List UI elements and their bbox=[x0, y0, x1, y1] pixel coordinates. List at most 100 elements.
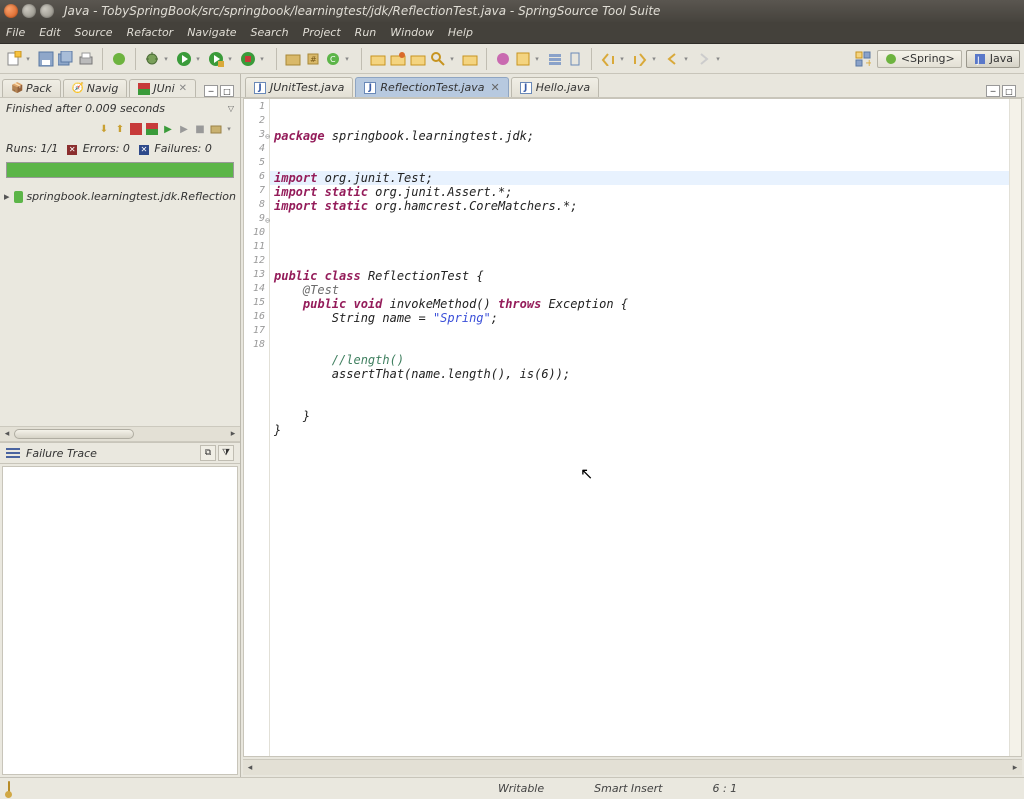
run-last-dropdown[interactable]: ▾ bbox=[226, 51, 234, 67]
code-token: static bbox=[317, 199, 368, 213]
filter-icon[interactable]: ⧩ bbox=[218, 445, 234, 461]
window-titlebar: Java - TobySpringBook/src/springbook/lea… bbox=[0, 0, 1024, 22]
tab-junit[interactable]: JUni ✕ bbox=[129, 79, 196, 97]
editor-tab-junittest[interactable]: J JUnitTest.java bbox=[245, 77, 353, 97]
open-type-icon[interactable] bbox=[370, 51, 386, 67]
toggle-breadcrumb-icon[interactable] bbox=[547, 51, 563, 67]
menu-project[interactable]: Project bbox=[303, 26, 341, 39]
back-dd[interactable]: ▾ bbox=[682, 51, 690, 67]
tip-icon[interactable] bbox=[8, 781, 10, 796]
open-perspective-icon[interactable]: + bbox=[855, 51, 871, 67]
nav1-icon[interactable] bbox=[600, 51, 616, 67]
failure-trace-body[interactable] bbox=[2, 466, 238, 775]
maximize-editor-icon[interactable]: □ bbox=[1002, 85, 1016, 97]
scroll-thumb[interactable] bbox=[14, 429, 134, 439]
tab-navigator[interactable]: 🧭 Navig bbox=[63, 79, 128, 97]
menu-source[interactable]: Source bbox=[75, 26, 113, 39]
editor-tab-reflectiontest[interactable]: J ReflectionTest.java ✕ bbox=[355, 77, 508, 97]
new-type-icon[interactable]: # bbox=[305, 51, 321, 67]
ext-tools-dropdown[interactable]: ▾ bbox=[258, 51, 266, 67]
run-dropdown[interactable]: ▾ bbox=[194, 51, 202, 67]
editor-tab1-label: JUnitTest.java bbox=[270, 81, 344, 94]
spring-icon[interactable] bbox=[111, 51, 127, 67]
maximize-view-icon[interactable]: □ bbox=[220, 85, 234, 97]
window-close-button[interactable] bbox=[4, 4, 18, 18]
menu-navigate[interactable]: Navigate bbox=[187, 26, 236, 39]
annotation-icon[interactable] bbox=[515, 51, 531, 67]
close-icon[interactable]: ✕ bbox=[179, 83, 187, 94]
folder-icon[interactable] bbox=[410, 51, 426, 67]
package-icon: 📦 bbox=[11, 83, 23, 95]
overview-ruler[interactable] bbox=[1009, 99, 1021, 756]
menu-edit[interactable]: Edit bbox=[39, 26, 60, 39]
scroll-right-icon[interactable]: ▸ bbox=[1008, 763, 1022, 773]
minimize-editor-icon[interactable]: ─ bbox=[986, 85, 1000, 97]
task-focus-icon[interactable] bbox=[495, 51, 511, 67]
rerun-icon[interactable]: ▶ bbox=[161, 122, 175, 136]
debug-dropdown[interactable]: ▾ bbox=[162, 51, 170, 67]
folder2-icon[interactable] bbox=[462, 51, 478, 67]
menu-refactor[interactable]: Refactor bbox=[127, 26, 174, 39]
debug-icon[interactable] bbox=[144, 51, 160, 67]
class-dropdown[interactable]: ▾ bbox=[343, 51, 351, 67]
editor-hscrollbar[interactable]: ◂ ▸ bbox=[243, 759, 1022, 775]
nav1-dd[interactable]: ▾ bbox=[618, 51, 626, 67]
compare-icon[interactable]: ⧉ bbox=[200, 445, 216, 461]
new-dropdown[interactable]: ▾ bbox=[24, 51, 32, 67]
new-package-icon[interactable] bbox=[285, 51, 301, 67]
code-editor[interactable]: 1 2 3⊖ 4 5 6 7 8 9⊖ 10 11 12 13 14 15 16… bbox=[243, 98, 1022, 757]
forward-icon[interactable] bbox=[696, 51, 712, 67]
run-last-icon[interactable] bbox=[208, 51, 224, 67]
line-gutter[interactable]: 1 2 3⊖ 4 5 6 7 8 9⊖ 10 11 12 13 14 15 16… bbox=[244, 99, 270, 756]
perspective-java[interactable]: J Java bbox=[966, 50, 1020, 68]
prev-fail-icon[interactable]: ⬆ bbox=[113, 122, 127, 136]
code-token: void bbox=[346, 297, 382, 311]
stop-icon[interactable]: ■ bbox=[193, 122, 207, 136]
history-icon[interactable] bbox=[209, 122, 223, 136]
tree-item[interactable]: ▸ springbook.learningtest.jdk.Reflection bbox=[4, 190, 236, 203]
menu-run[interactable]: Run bbox=[355, 26, 377, 39]
fail-only-icon[interactable] bbox=[129, 122, 143, 136]
perspective-spring[interactable]: <Spring> bbox=[877, 50, 962, 68]
new-class-icon[interactable]: C bbox=[325, 51, 341, 67]
editor-tab-hello[interactable]: J Hello.java bbox=[511, 77, 599, 97]
open-task-icon[interactable] bbox=[390, 51, 406, 67]
nav2-dd[interactable]: ▾ bbox=[650, 51, 658, 67]
junit-tree[interactable]: ▸ springbook.learningtest.jdk.Reflection bbox=[0, 186, 240, 426]
print-icon[interactable] bbox=[78, 51, 94, 67]
search-dropdown[interactable]: ▾ bbox=[448, 51, 456, 67]
window-maximize-button[interactable] bbox=[40, 4, 54, 18]
expand-icon[interactable]: ▸ bbox=[4, 190, 14, 203]
junit-menu-arrow-icon[interactable]: ▽ bbox=[228, 104, 234, 113]
fold-icon[interactable]: ⊖ bbox=[262, 132, 270, 140]
code-content[interactable]: package springbook.learningtest.jdk; imp… bbox=[270, 99, 1009, 756]
history-dropdown[interactable]: ▾ bbox=[225, 122, 233, 136]
menu-file[interactable]: File bbox=[6, 26, 25, 39]
tab-package-explorer[interactable]: 📦 Pack bbox=[2, 79, 61, 97]
run-icon[interactable] bbox=[176, 51, 192, 67]
new-icon[interactable] bbox=[6, 51, 22, 67]
save-all-icon[interactable] bbox=[58, 51, 74, 67]
back-icon[interactable] bbox=[664, 51, 680, 67]
scroll-lock-icon[interactable] bbox=[145, 122, 159, 136]
external-tools-icon[interactable] bbox=[240, 51, 256, 67]
tab-close-icon[interactable]: ✕ bbox=[490, 81, 499, 94]
toggle-mark-icon[interactable] bbox=[567, 51, 583, 67]
search-icon[interactable] bbox=[430, 51, 446, 67]
fwd-dd[interactable]: ▾ bbox=[714, 51, 722, 67]
rerun-fail-icon[interactable]: ▶ bbox=[177, 122, 191, 136]
menu-help[interactable]: Help bbox=[448, 26, 473, 39]
nav2-icon[interactable] bbox=[632, 51, 648, 67]
menu-search[interactable]: Search bbox=[251, 26, 289, 39]
scroll-left-icon[interactable]: ◂ bbox=[243, 763, 257, 773]
fold-icon[interactable]: ⊖ bbox=[262, 216, 270, 224]
scroll-right-icon[interactable]: ▸ bbox=[226, 429, 240, 439]
tree-hscrollbar[interactable]: ◂ ▸ bbox=[0, 426, 240, 442]
scroll-left-icon[interactable]: ◂ bbox=[0, 429, 14, 439]
next-fail-icon[interactable]: ⬇ bbox=[97, 122, 111, 136]
annot-dropdown[interactable]: ▾ bbox=[533, 51, 541, 67]
save-icon[interactable] bbox=[38, 51, 54, 67]
window-minimize-button[interactable] bbox=[22, 4, 36, 18]
menu-window[interactable]: Window bbox=[390, 26, 434, 39]
minimize-view-icon[interactable]: ─ bbox=[204, 85, 218, 97]
